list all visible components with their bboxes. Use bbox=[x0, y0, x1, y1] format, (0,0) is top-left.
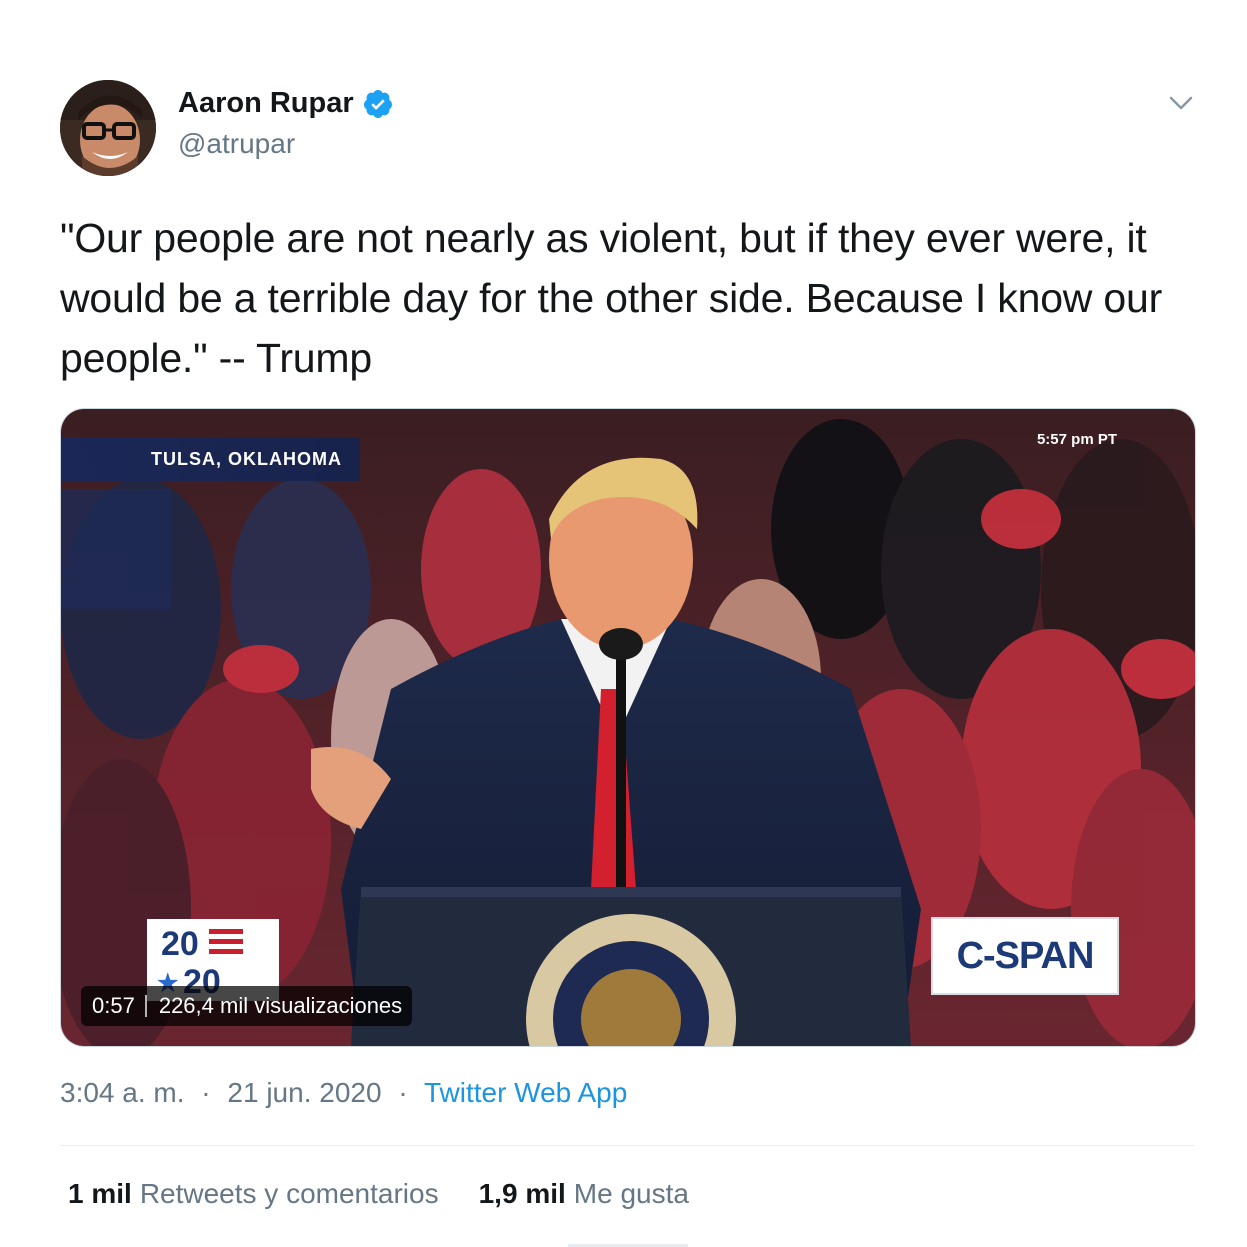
verified-badge-icon bbox=[363, 89, 392, 118]
tweet-video[interactable]: TULSA, OKLAHOMA 5:57 pm PT 20 ★ 20 C-SPA… bbox=[60, 408, 1196, 1047]
logo-2020-top: 20 bbox=[161, 925, 199, 963]
divider bbox=[60, 1145, 1194, 1146]
avatar-image bbox=[60, 80, 156, 176]
tweet-stats: 1 mil Retweets y comentarios 1,9 mil Me gu… bbox=[68, 1178, 729, 1210]
retweets-label: Retweets y comentarios bbox=[139, 1178, 439, 1209]
tweet-source-link[interactable]: Twitter Web App bbox=[424, 1077, 627, 1108]
video-views: 226,4 mil visualizaciones bbox=[158, 993, 403, 1018]
video-duration: 0:57 bbox=[92, 993, 135, 1018]
tweet-meta: 3:04 a. m. · 21 jun. 2020 · Twitter Web … bbox=[60, 1077, 627, 1109]
author-name[interactable]: Aaron Rupar bbox=[178, 87, 394, 120]
tweet-menu-button[interactable] bbox=[1166, 88, 1196, 118]
tweet-date[interactable]: 21 jun. 2020 bbox=[227, 1077, 381, 1108]
likes-stat[interactable]: 1,9 mil Me gusta bbox=[479, 1178, 689, 1210]
author-name-text[interactable]: Aaron Rupar bbox=[178, 87, 354, 120]
broadcast-time: 5:57 pm PT bbox=[1036, 431, 1117, 448]
video-info-overlay: 0:57 226,4 mil visualizaciones bbox=[81, 986, 413, 1026]
author-avatar[interactable] bbox=[60, 80, 156, 176]
meta-separator: · bbox=[398, 1077, 408, 1108]
author-handle[interactable]: @atrupar bbox=[178, 128, 295, 160]
tweet-card: Aaron Rupar @atrupar "Our people are not… bbox=[0, 0, 1247, 1247]
chevron-down-icon bbox=[1169, 96, 1193, 110]
likes-label: Me gusta bbox=[573, 1178, 689, 1209]
retweets-stat[interactable]: 1 mil Retweets y comentarios bbox=[68, 1178, 439, 1210]
meta-separator: · bbox=[201, 1077, 211, 1108]
tweet-text: "Our people are not nearly as violent, b… bbox=[60, 215, 1163, 381]
location-label: TULSA, OKLAHOMA bbox=[61, 437, 360, 481]
network-logo: C-SPAN bbox=[931, 917, 1119, 995]
retweets-count: 1 mil bbox=[68, 1178, 132, 1209]
tweet-time[interactable]: 3:04 a. m. bbox=[60, 1077, 185, 1108]
likes-count: 1,9 mil bbox=[478, 1178, 566, 1209]
